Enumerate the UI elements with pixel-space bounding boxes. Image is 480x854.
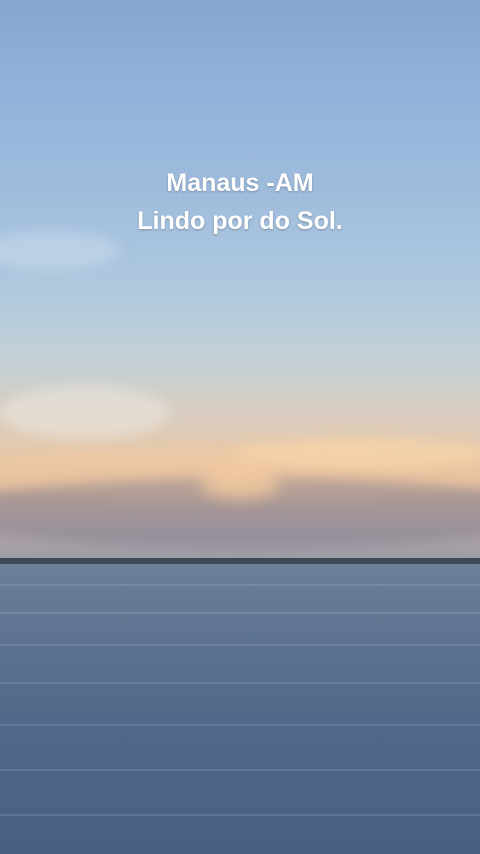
ripple [0, 612, 480, 614]
ripple [0, 724, 480, 726]
ripple [0, 584, 480, 586]
caption-text: Lindo por do Sol. [137, 207, 343, 235]
ripple [0, 682, 480, 684]
ripple [0, 814, 480, 816]
caption-location: Manaus -AM [166, 169, 314, 197]
water [0, 564, 480, 854]
sunset-photo: Manaus -AM Lindo por do Sol. [0, 0, 480, 854]
sun-glow [200, 468, 280, 498]
ripple [0, 769, 480, 771]
sunset-cloud-band [230, 438, 480, 468]
cloud [0, 385, 170, 440]
ripple [0, 644, 480, 646]
